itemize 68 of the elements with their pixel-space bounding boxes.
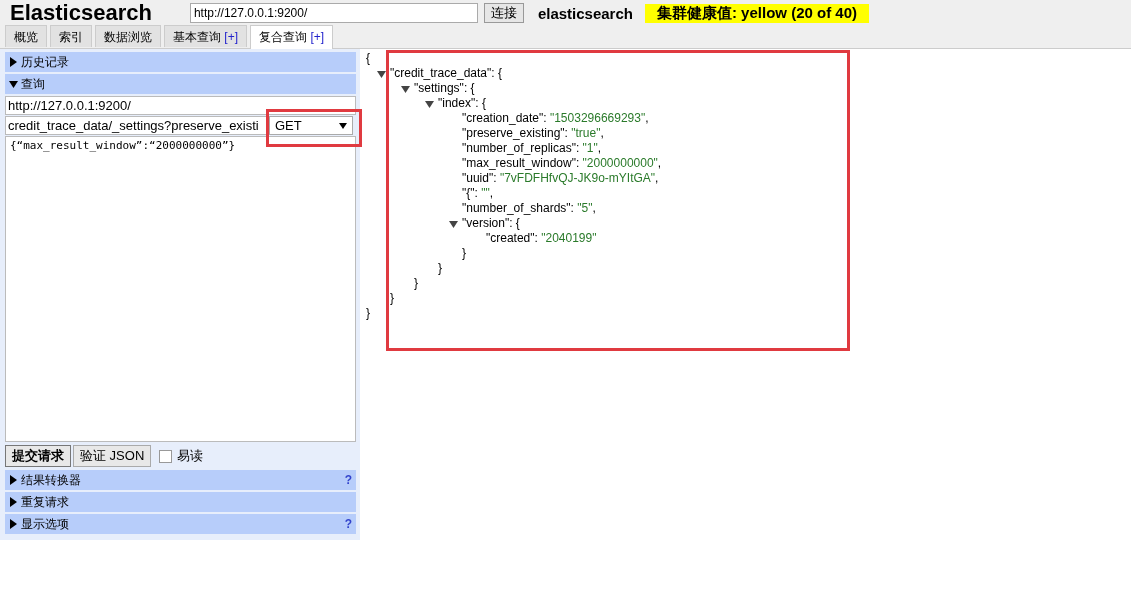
json-key: "number_of_replicas": [462,141,583,156]
json-brace: } [462,246,466,261]
json-brace: } [366,306,370,321]
tab[interactable]: 索引 [50,25,92,47]
section-header[interactable]: 历史记录 [5,52,356,72]
request-body-field[interactable]: {“max_result_window”:“2000000000”} [5,136,356,442]
expand-arrow-icon [9,497,18,507]
section-header[interactable]: 结果转换器 ? [5,470,356,490]
json-comma: , [489,186,494,201]
validate-button[interactable]: 验证 JSON [73,445,152,467]
json-comma: , [645,111,649,126]
expand-arrow-icon [9,519,18,529]
section-header[interactable]: 显示选项 ? [5,514,356,534]
help-link[interactable]: ? [344,473,352,487]
pretty-checkbox[interactable] [159,449,173,463]
json-comma: , [600,126,604,141]
json-value: "5" [577,201,593,216]
section-header[interactable]: 查询 [5,74,356,94]
cluster-health: 集群健康值: yellow (20 of 40) [644,3,869,23]
expand-arrow-icon [9,57,18,67]
json-key: "creation_date": [462,111,550,126]
json-value: "" [481,186,490,201]
json-key: "number_of_shards": [462,201,578,216]
json-value: "1" [582,141,598,156]
connect-button[interactable]: 连接 [483,3,524,23]
json-key: "max_result_window": [462,156,583,171]
json-key: "preserve_existing": [462,126,572,141]
json-key: "version": { [462,216,520,231]
tab[interactable]: 概览 [5,25,47,47]
help-link[interactable]: ? [344,517,352,531]
json-value: "2040199" [541,231,597,246]
collapse-arrow-icon[interactable] [449,219,458,228]
json-key: "index": { [438,96,486,111]
json-key: "{": [462,186,482,201]
json-brace: } [438,261,442,276]
json-key: "uuid": [462,171,500,186]
collapse-arrow-icon[interactable] [401,84,410,93]
json-brace: } [390,291,394,306]
json-value: "2000000000" [582,156,658,171]
json-comma: , [657,156,662,171]
collapse-arrow-icon [9,79,18,89]
json-value: "1503296669293" [549,111,646,126]
json-brace: { [366,51,370,66]
tab[interactable]: 数据浏览 [95,25,161,47]
json-key: "credit_trace_data": { [390,66,502,81]
json-value: "7vFDFHfvQJ-JK9o-mYItGA" [499,171,656,186]
expand-arrow-icon [9,475,18,485]
checkbox-label: 易读 [177,447,204,465]
tab[interactable]: 基本查询 [+] [164,25,248,47]
json-key: "created": [486,231,542,246]
submit-button[interactable]: 提交请求 [5,445,71,467]
app-title: Elasticsearch [10,2,152,24]
tab[interactable]: 复合查询 [+] [250,25,334,49]
json-comma: , [592,201,596,216]
section-header[interactable]: 重复请求 [5,492,356,512]
url-field[interactable]: http://127.0.0.1:9200/ [189,3,478,23]
json-comma: , [655,171,659,186]
collapse-arrow-icon[interactable] [425,99,434,108]
method-dropdown[interactable]: GET [269,116,353,135]
collapse-arrow-icon[interactable] [377,69,386,78]
json-value: "true" [571,126,601,141]
path-field[interactable]: credit_trace_data/_settings?preserve_existi [5,116,268,135]
server-field[interactable]: http://127.0.0.1:9200/ [5,96,356,115]
cluster-name: elasticsearch [537,4,633,22]
json-brace: } [414,276,418,291]
json-key: "settings": { [414,81,475,96]
dropdown-caret-icon [339,122,347,129]
json-comma: , [597,141,602,156]
